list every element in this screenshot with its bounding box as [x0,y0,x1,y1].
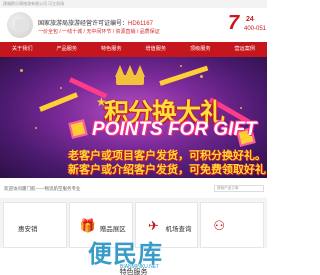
link-icon: ⚇ [213,218,226,233]
nav-item-about[interactable]: 关于我们 [0,42,45,57]
sparkle-decoration [240,107,242,109]
service-label: 惠安销 [18,226,38,233]
sparkle-decoration [35,127,37,129]
main-nav: 关于我们 产品服务 特色服务 增值服务 顶级服务 营运案例 [0,42,267,57]
license-prefix: 国家旅游局旅游经营许可证编号： [38,21,129,27]
nav-item-features[interactable]: 特色服务 [89,42,134,57]
plane-icon: ✈ [148,218,159,233]
header-slogan: 一价全包 / 一线十城 / 无中间环节 / 资源直销 / 品质保证 [38,29,160,35]
sparkle-decoration [200,75,203,78]
search-input[interactable]: 搜索产品订单 [214,185,264,192]
service-card-link[interactable]: ⚇ [200,202,264,248]
license-number: HD61167 [128,21,153,27]
gift-icon: 🎁 [79,218,96,233]
banner-line-2: 新客户或介绍客户发货，可免费领取好礼 [68,164,266,176]
company-logo[interactable] [3,10,43,40]
sparkle-decoration [180,65,182,67]
gift-box-icon [68,119,88,139]
welcome-text: 欢迎访问厦门航——物流航空服务专业 [4,186,81,191]
sparkle-decoration [60,87,62,89]
watermark-subtext: BIANMINKU.NET [120,264,160,270]
logo-mark-icon [15,19,29,31]
license-info: 国家旅游局旅游经营许可证编号：HD61167 [38,18,153,27]
hotline-7-icon: 7 [228,12,240,34]
hotline-label: 24 [246,16,254,23]
nav-item-products[interactable]: 产品服务 [45,42,90,57]
service-card-delivery[interactable]: 惠安销 [3,202,67,248]
top-bar-text: 建福欧乐锦旅游有限公司 可立机场 [3,1,65,6]
ribbon-decoration [39,92,79,112]
banner-copy: 老客户或项目客户发货，可积分换好礼。 新客户或介绍客户发货，可免费领取好礼 [68,147,266,177]
nav-item-value-added[interactable]: 增值服务 [134,42,179,57]
service-label: 机场查询 [165,226,192,233]
hotline-number[interactable]: 400-051 [244,26,266,32]
crown-icon [113,65,147,87]
nav-item-cases[interactable]: 营运案例 [223,42,268,57]
nav-item-premium[interactable]: 顶级服务 [178,42,223,57]
sub-strip: 欢迎访问厦门航——物流航空服务专业 搜索产品订单 [0,178,267,198]
sparkle-decoration [20,69,23,72]
service-label: 赠品展区 [99,226,126,233]
promo-banner[interactable]: ★ 积分换大礼 POINTS FOR GIFT 老客户或项目客户发货，可积分换好… [0,57,267,178]
top-bar: 建福欧乐锦旅游有限公司 可立机场 [0,0,267,8]
banner-english-tagline: POINTS FOR GIFT [92,119,257,140]
site-header: 国家旅游局旅游经营许可证编号：HD61167 一价全包 / 一线十城 / 无中间… [0,8,267,42]
